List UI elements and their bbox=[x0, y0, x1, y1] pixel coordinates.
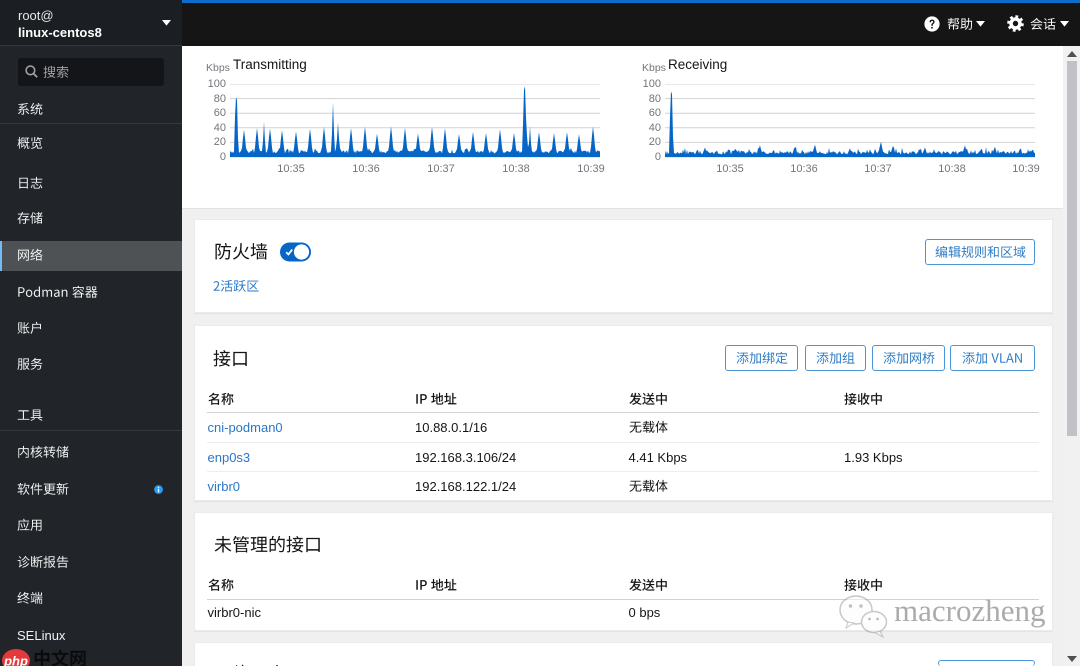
svg-text:php: php bbox=[3, 654, 28, 666]
